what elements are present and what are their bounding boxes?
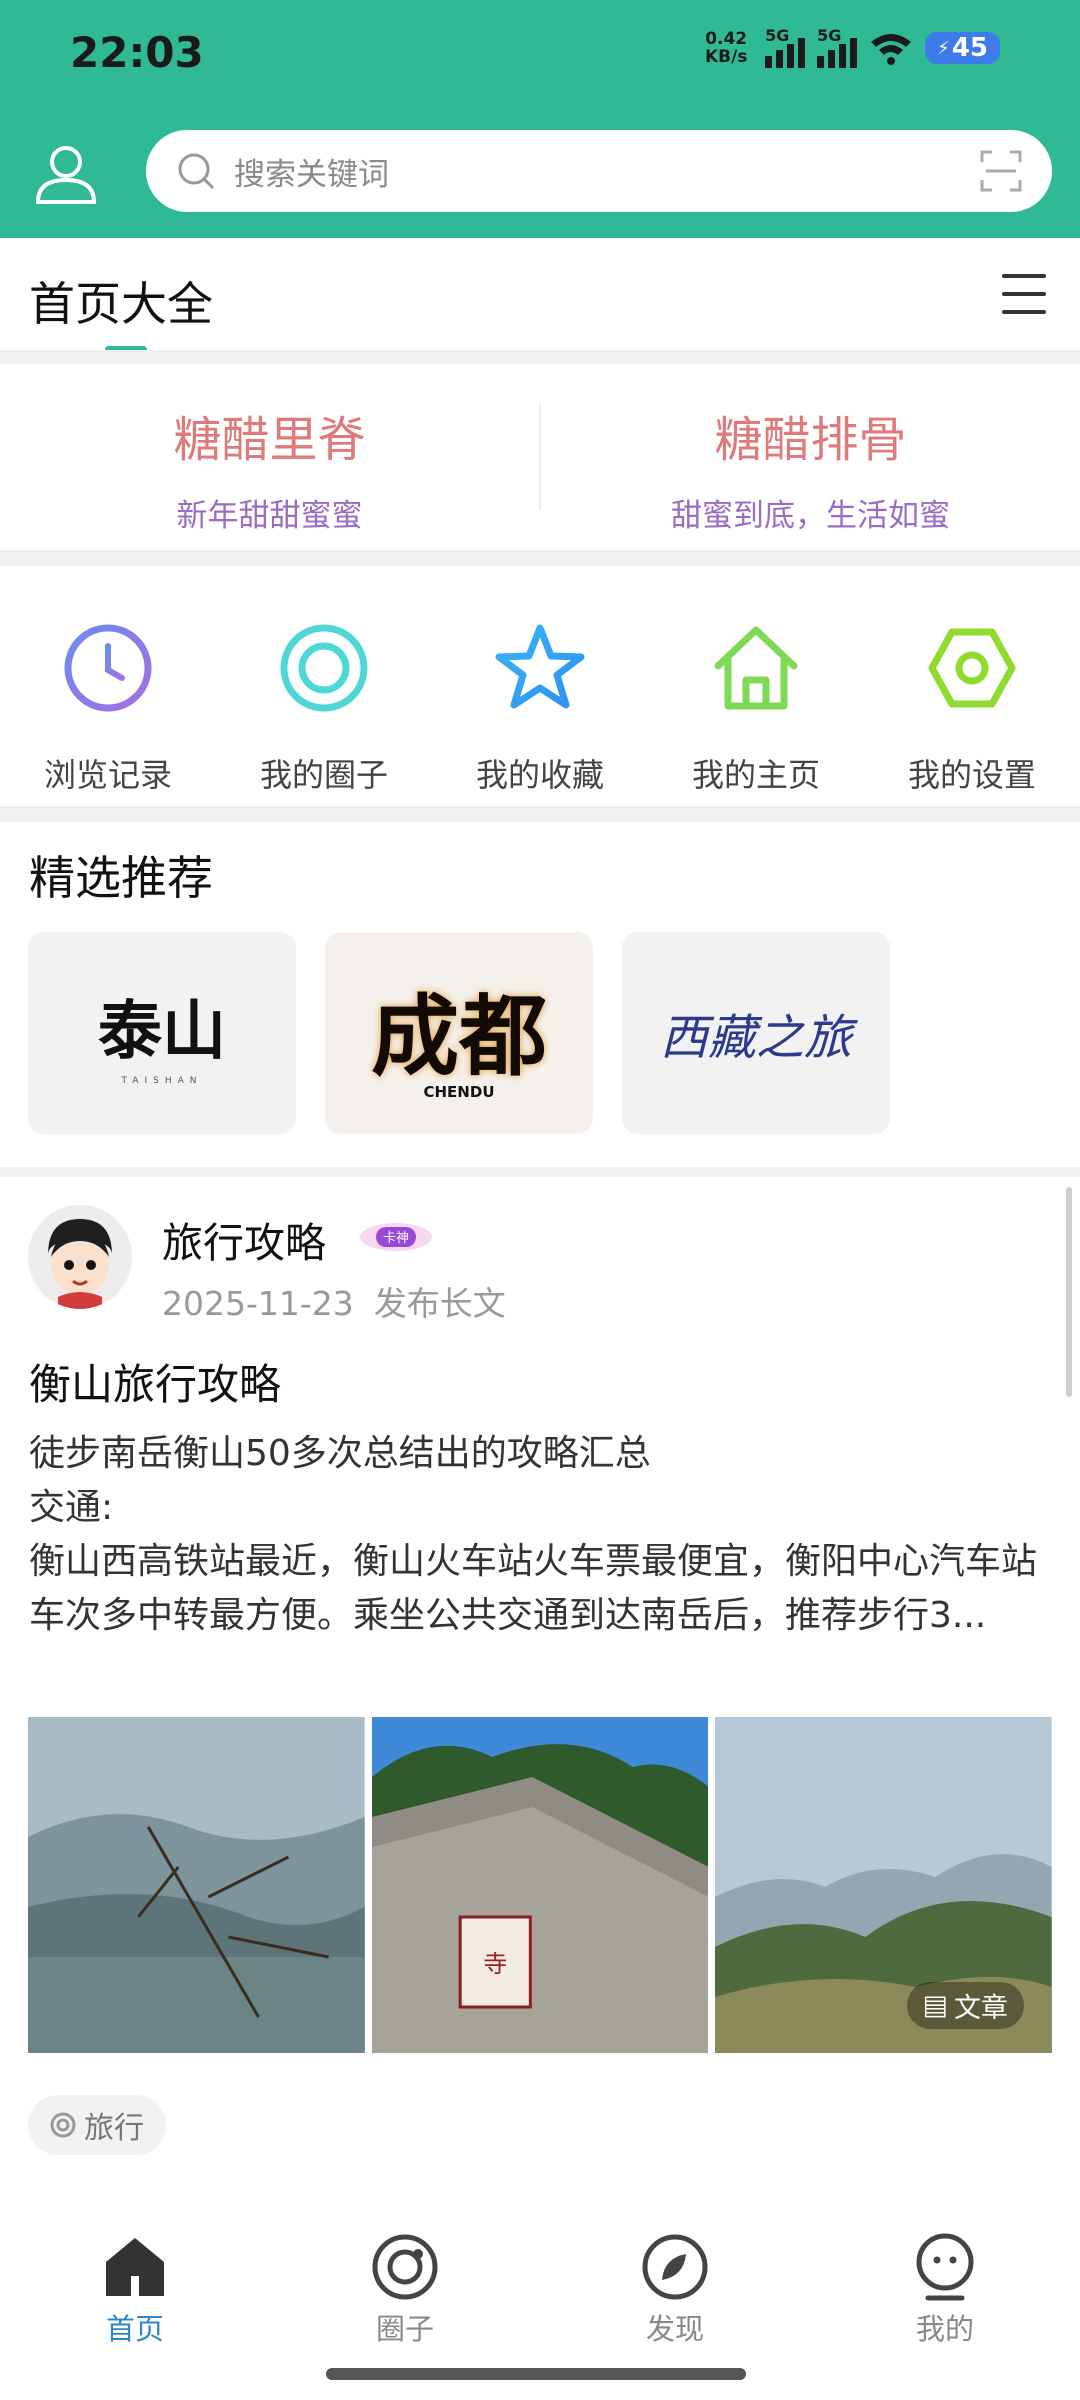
menu-icon[interactable] — [1002, 274, 1046, 314]
home-indicator[interactable] — [326, 2368, 746, 2380]
promo-banner: 糖醋里脊 新年甜甜蜜蜜 糖醋排骨 甜蜜到底，生活如蜜 — [0, 364, 1080, 550]
discover-icon — [642, 2234, 708, 2300]
nav-home[interactable]: 首页 — [0, 2212, 270, 2400]
star-icon — [495, 624, 585, 709]
home-icon — [714, 626, 798, 710]
profile-icon — [916, 2233, 974, 2301]
circle-icon — [50, 2112, 76, 2138]
post-card[interactable]: 旅行攻略 卡神 2025-11-23 发布长文 衡山旅行攻略 徒步南岳衡山50多次… — [0, 1177, 1080, 2212]
avatar[interactable] — [28, 1205, 132, 1309]
signal-icon: 5G — [817, 26, 858, 68]
post-image[interactable] — [28, 1717, 365, 2053]
circle-icon — [372, 2234, 438, 2300]
shortcut-settings[interactable]: 我的设置 — [864, 566, 1080, 806]
user-icon[interactable] — [32, 138, 100, 206]
wifi-icon — [871, 34, 912, 65]
search-bar[interactable]: 搜索关键词 — [146, 130, 1052, 212]
post-author[interactable]: 旅行攻略 — [162, 1209, 326, 1269]
shortcut-history[interactable]: 浏览记录 — [0, 566, 216, 806]
featured-card[interactable]: 西藏之旅 — [622, 932, 890, 1134]
shortcut-grid: 浏览记录 我的圈子 我的收藏 我的主页 我的设置 — [0, 566, 1080, 806]
featured-card[interactable]: 泰山 TAISHAN — [28, 932, 296, 1134]
post-image[interactable]: 寺 — [371, 1717, 709, 2053]
article-tag: ▤ 文章 — [906, 1982, 1025, 2029]
featured-card[interactable]: 成都 CHENDU — [325, 932, 593, 1134]
settings-icon — [928, 628, 1016, 708]
clock-icon — [64, 624, 152, 712]
divider — [0, 1167, 1080, 1177]
divider — [0, 550, 1080, 566]
section-title: 精选推荐 — [29, 851, 213, 905]
promo-item[interactable]: 糖醋排骨 甜蜜到底，生活如蜜 — [541, 364, 1080, 550]
status-bar: 22:03 0.42 KB/s 5G 5G ⚡ 45 — [0, 0, 1080, 105]
post-images: 寺 ▤ 文章 — [28, 1717, 1053, 2053]
topic-tag[interactable]: 旅行 — [28, 2095, 166, 2155]
divider — [0, 350, 1080, 364]
document-icon: ▤ — [922, 1990, 949, 2021]
nav-profile[interactable]: 我的 — [810, 2212, 1080, 2400]
svg-text:寺: 寺 — [483, 1950, 507, 1978]
circle-icon — [280, 624, 368, 712]
status-icons: 0.42 KB/s 5G 5G ⚡ 45 — [699, 26, 1000, 68]
post-meta: 2025-11-23 发布长文 — [162, 1284, 506, 1323]
scan-icon[interactable] — [980, 150, 1022, 192]
status-time: 22:03 — [70, 28, 204, 77]
shortcut-circles[interactable]: 我的圈子 — [216, 566, 432, 806]
featured-section: 精选推荐 泰山 TAISHAN 成都 CHENDU 西藏之旅 — [0, 822, 1080, 1167]
shortcut-homepage[interactable]: 我的主页 — [648, 566, 864, 806]
signal-icon: 5G — [765, 26, 806, 68]
shortcut-favorites[interactable]: 我的收藏 — [432, 566, 648, 806]
promo-item[interactable]: 糖醋里脊 新年甜甜蜜蜜 — [0, 364, 539, 550]
page-title[interactable]: 首页大全 — [29, 268, 213, 334]
network-speed: 0.42 KB/s — [704, 29, 748, 67]
battery-indicator: ⚡ 45 — [925, 32, 1000, 64]
post-body[interactable]: 徒步南岳衡山50多次总结出的攻略汇总 交通: 衡山西高铁站最近，衡山火车站火车票… — [29, 1427, 1053, 1643]
badge-icon: 卡神 — [360, 1223, 432, 1251]
search-input[interactable]: 搜索关键词 — [234, 149, 980, 194]
search-icon — [178, 153, 215, 190]
post-image[interactable]: ▤ 文章 — [715, 1717, 1053, 2053]
title-row: 首页大全 — [0, 238, 1080, 353]
post-title[interactable]: 衡山旅行攻略 — [29, 1351, 281, 1412]
divider — [0, 806, 1080, 822]
scrollbar[interactable] — [1066, 1187, 1072, 1397]
home-icon — [106, 2238, 164, 2296]
svg-text:卡神: 卡神 — [383, 1231, 409, 1246]
